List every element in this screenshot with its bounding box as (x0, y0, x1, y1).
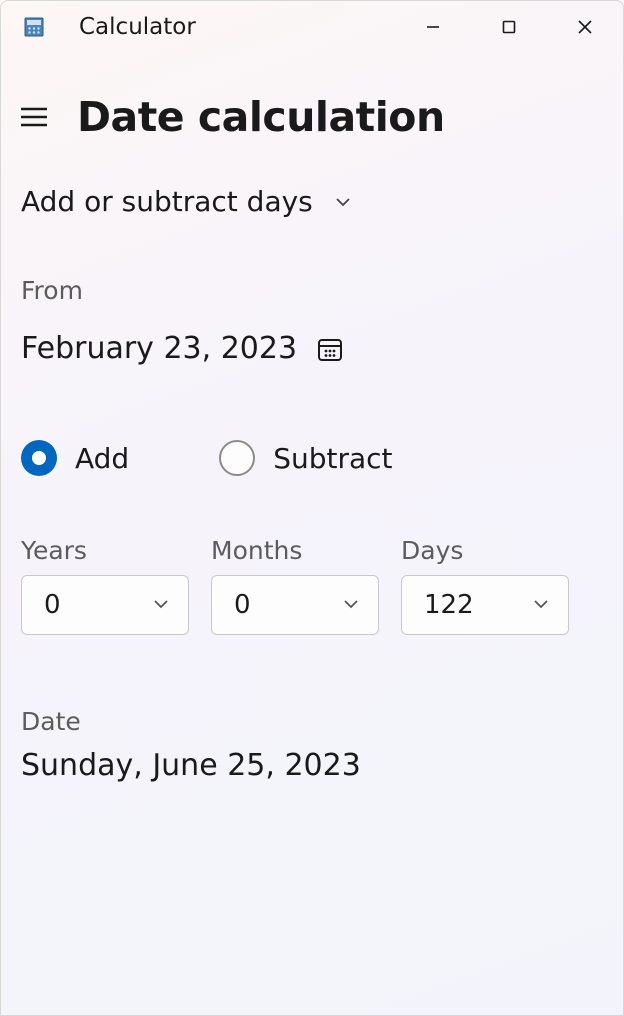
chevron-down-icon (333, 192, 353, 212)
result-label: Date (1, 635, 623, 736)
minimize-button[interactable] (395, 1, 471, 53)
calculation-mode-label: Add or subtract days (21, 185, 313, 218)
offset-row: Years 0 Months 0 Days 122 (1, 476, 623, 635)
years-value: 0 (44, 590, 61, 620)
close-button[interactable] (547, 1, 623, 53)
from-date-value: February 23, 2023 (21, 331, 297, 366)
subtract-radio-label: Subtract (273, 442, 392, 475)
add-radio-label: Add (75, 442, 129, 475)
operation-radio-group: Add Subtract (1, 366, 623, 476)
months-column: Months 0 (211, 536, 379, 635)
chevron-down-icon (152, 590, 170, 620)
title-bar: Calculator (1, 1, 623, 53)
months-label: Months (211, 536, 379, 565)
months-select[interactable]: 0 (211, 575, 379, 635)
result-date: Sunday, June 25, 2023 (1, 736, 623, 783)
menu-button[interactable] (19, 102, 49, 132)
subtract-radio[interactable]: Subtract (219, 440, 392, 476)
years-column: Years 0 (21, 536, 189, 635)
app-icon (23, 16, 45, 38)
maximize-button[interactable] (471, 1, 547, 53)
from-date-picker[interactable]: February 23, 2023 (1, 305, 623, 366)
days-label: Days (401, 536, 569, 565)
header: Date calculation (1, 53, 623, 151)
radio-unselected-icon (219, 440, 255, 476)
chevron-down-icon (342, 590, 360, 620)
days-select[interactable]: 122 (401, 575, 569, 635)
calendar-icon (315, 334, 345, 364)
from-label: From (1, 218, 623, 305)
page-title: Date calculation (77, 93, 445, 141)
radio-selected-icon (21, 440, 57, 476)
months-value: 0 (234, 590, 251, 620)
years-label: Years (21, 536, 189, 565)
app-title: Calculator (79, 14, 196, 40)
days-value: 122 (424, 590, 474, 620)
days-column: Days 122 (401, 536, 569, 635)
add-radio[interactable]: Add (21, 440, 129, 476)
chevron-down-icon (532, 590, 550, 620)
years-select[interactable]: 0 (21, 575, 189, 635)
calculation-mode-dropdown[interactable]: Add or subtract days (1, 151, 623, 218)
